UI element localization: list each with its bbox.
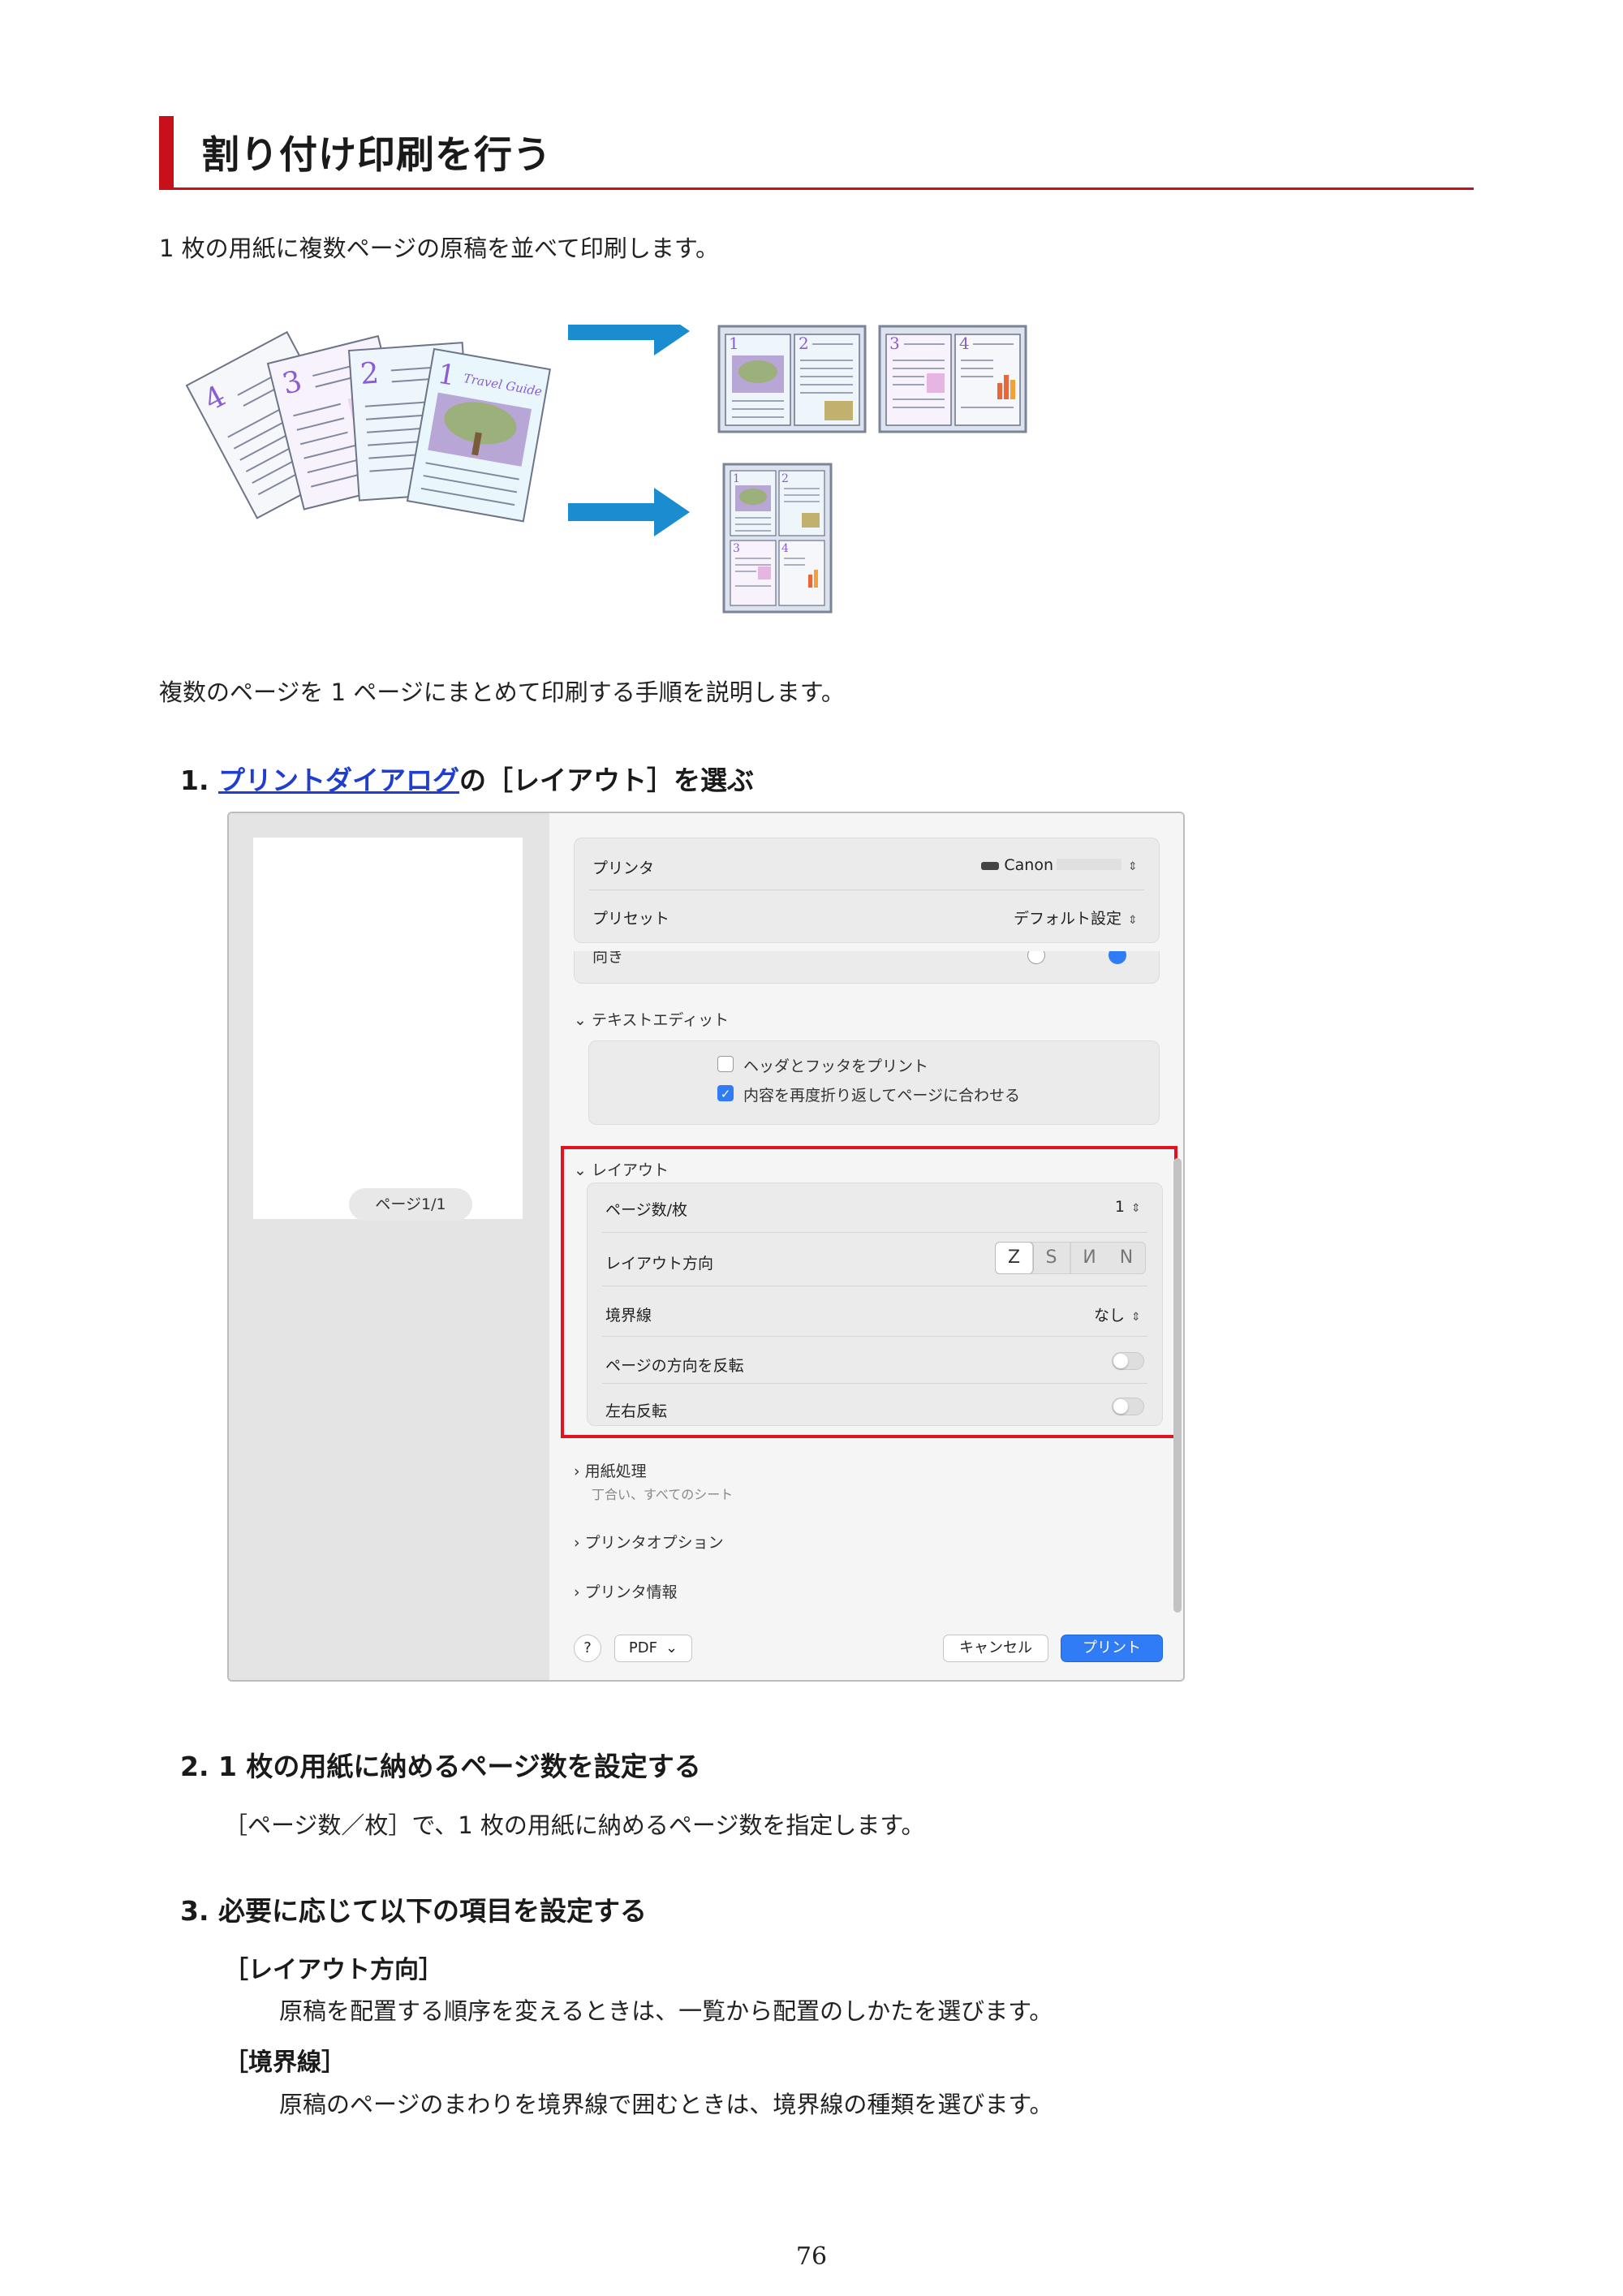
orientation-label: 向き bbox=[592, 951, 624, 966]
border-item-label: ［境界線］ bbox=[224, 2048, 346, 2077]
printer-chevron-icon: ⇕ bbox=[1128, 860, 1138, 873]
divider bbox=[602, 1336, 1147, 1337]
rewrap-checkbox[interactable]: ✓ bbox=[717, 1085, 734, 1101]
chevron-right-icon: › bbox=[574, 1462, 585, 1480]
step2-body: ［ページ数／枚］で、1 枚の用紙に納めるページ数を指定します。 bbox=[224, 1811, 925, 1839]
preset-label: プリセット bbox=[592, 910, 670, 928]
page-indicator[interactable]: ページ1/1 bbox=[349, 1188, 472, 1221]
source-num-2: 2 bbox=[359, 357, 381, 391]
help-button[interactable]: ? bbox=[574, 1635, 601, 1662]
arrow-bottom bbox=[568, 488, 690, 536]
result-sheet-2up-a: 1 2 bbox=[717, 325, 867, 433]
preset-select[interactable]: デフォルト設定 ⇕ bbox=[1014, 907, 1139, 928]
pages-per-sheet-select[interactable]: 1 ⇕ bbox=[1115, 1198, 1143, 1216]
chevron-right-icon: › bbox=[574, 1534, 585, 1552]
layout-direction-item-label: ［レイアウト方向］ bbox=[224, 1956, 443, 1984]
n-up-illustration: 4 3 2 1 Travel Guide 1 2 3 4 1 2 3 4 bbox=[170, 307, 1039, 617]
step2-heading: 2. 1 枚の用紙に納めるページ数を設定する bbox=[180, 1751, 701, 1782]
layout-direction-item-body: 原稿を配置する順序を変えるときは、一覧から配置のしかたを選びます。 bbox=[279, 1997, 1053, 2025]
svg-text:4: 4 bbox=[781, 542, 789, 555]
print-dialog-link[interactable]: プリントダイアログ bbox=[218, 765, 459, 796]
border-select[interactable]: なし ⇕ bbox=[1094, 1303, 1143, 1325]
printer-select[interactable]: Canon ⇕ bbox=[981, 856, 1139, 874]
printer-info-section[interactable]: › プリンタ情報 bbox=[574, 1580, 678, 1602]
page-number: 76 bbox=[795, 2242, 828, 2271]
flip-page-toggle[interactable] bbox=[1112, 1352, 1144, 1370]
divider bbox=[602, 1232, 1147, 1233]
printer-preset-group: プリンタ Canon ⇕ プリセット デフォルト設定 ⇕ bbox=[574, 838, 1160, 943]
settings-pane: プリンタ Canon ⇕ プリセット デフォルト設定 ⇕ 向き ⌄ テキストエディッ… bbox=[549, 813, 1183, 1680]
stepper-icon: ⇕ bbox=[1131, 1311, 1141, 1324]
svg-text:2: 2 bbox=[781, 472, 789, 485]
text-editor-group: ヘッダとフッタをプリント ✓ 内容を再度折り返してページに合わせる bbox=[588, 1040, 1160, 1125]
printer-value: Canon bbox=[1004, 856, 1053, 874]
pdf-button[interactable]: PDF ⌄ bbox=[614, 1635, 692, 1662]
mirror-toggle[interactable] bbox=[1112, 1398, 1144, 1415]
flip-page-label: ページの方向を反転 bbox=[605, 1357, 744, 1375]
mirror-label: 左右反転 bbox=[605, 1402, 668, 1420]
layout-group: ページ数/枚 1 ⇕ レイアウト方向 Z S N N 境界線 なし ⇕ ページの方向… bbox=[587, 1182, 1163, 1426]
header-footer-checkbox[interactable] bbox=[717, 1056, 734, 1072]
arrow-top bbox=[568, 307, 690, 355]
printer-icon bbox=[981, 862, 1000, 870]
paper-handling-sub: 丁合い、すべてのシート bbox=[592, 1487, 734, 1502]
print-button[interactable]: プリント bbox=[1061, 1635, 1163, 1662]
source-page-1: 1 Travel Guide bbox=[406, 347, 551, 523]
layout-direction-z[interactable]: Z bbox=[996, 1243, 1033, 1273]
page-title: 割り付け印刷を行う bbox=[201, 133, 552, 178]
pages-per-sheet-label: ページ数/枚 bbox=[605, 1201, 688, 1219]
text-editor-section[interactable]: ⌄ テキストエディット bbox=[574, 1008, 729, 1030]
print-dialog: ページ1/1 プリンタ Canon ⇕ プリセット デフォルト設定 ⇕ 向き ⌄ テ… bbox=[227, 812, 1185, 1682]
printer-model-redacted bbox=[1057, 859, 1121, 870]
step3-heading: 3. 必要に応じて以下の項目を設定する bbox=[180, 1895, 647, 1927]
layout-direction-label: レイアウト方向 bbox=[605, 1255, 714, 1273]
step1-heading: 1. プリントダイアログの［レイアウト］を選ぶ bbox=[180, 759, 754, 798]
printer-label: プリンタ bbox=[592, 859, 655, 877]
border-label: 境界線 bbox=[605, 1307, 652, 1325]
scrollbar[interactable] bbox=[1173, 1158, 1182, 1613]
paper-handling-section[interactable]: › 用紙処理 bbox=[574, 1459, 647, 1481]
svg-text:3: 3 bbox=[889, 334, 900, 353]
svg-text:1: 1 bbox=[733, 472, 740, 485]
step1-number: 1. bbox=[180, 765, 209, 796]
svg-text:2: 2 bbox=[799, 334, 809, 353]
svg-text:1: 1 bbox=[729, 334, 739, 353]
divider bbox=[602, 1383, 1147, 1384]
chevron-right-icon: › bbox=[574, 1583, 585, 1601]
svg-text:3: 3 bbox=[733, 542, 740, 555]
cancel-button[interactable]: キャンセル bbox=[943, 1635, 1048, 1662]
result-sheet-4up: 1 2 3 4 bbox=[722, 463, 833, 614]
title-accent-bar bbox=[159, 116, 174, 189]
chevron-down-icon: ⌄ bbox=[574, 1011, 592, 1029]
svg-text:4: 4 bbox=[959, 334, 970, 353]
orientation-radio-portrait[interactable] bbox=[1109, 951, 1126, 964]
layout-direction-segmented[interactable]: Z S N N bbox=[995, 1242, 1146, 1274]
chevron-down-icon: ⌄ bbox=[574, 1161, 592, 1179]
preset-value: デフォルト設定 bbox=[1013, 910, 1121, 928]
chevron-down-icon: ⌄ bbox=[665, 1639, 678, 1656]
procedure-intro: 複数のページを 1 ページにまとめて印刷する手順を説明します。 bbox=[159, 678, 845, 706]
border-item-body: 原稿のページのまわりを境界線で囲むときは、境界線の種類を選びます。 bbox=[279, 2091, 1053, 2118]
preset-chevron-icon: ⇕ bbox=[1128, 914, 1138, 927]
rewrap-label: 内容を再度折り返してページに合わせる bbox=[743, 1087, 1021, 1105]
layout-direction-n-mirror[interactable]: N bbox=[1070, 1243, 1108, 1273]
orientation-row-clipped: 向き bbox=[574, 951, 1160, 984]
layout-section[interactable]: ⌄ レイアウト bbox=[574, 1158, 669, 1180]
layout-direction-s[interactable]: S bbox=[1033, 1243, 1070, 1273]
printer-options-section[interactable]: › プリンタオプション bbox=[574, 1531, 724, 1553]
header-footer-label: ヘッダとフッタをプリント bbox=[743, 1058, 929, 1075]
illustration-svg: 4 3 2 1 Travel Guide 1 2 3 4 1 2 3 4 bbox=[185, 307, 1027, 614]
step1-rest: の［レイアウト］を選ぶ bbox=[459, 765, 754, 796]
intro-text: 1 枚の用紙に複数ページの原稿を並べて印刷します。 bbox=[159, 235, 720, 262]
result-sheet-2up-b: 3 4 bbox=[878, 325, 1027, 433]
layout-direction-n[interactable]: N bbox=[1108, 1243, 1145, 1273]
preview-page: ページ1/1 bbox=[253, 838, 523, 1221]
preview-pane: ページ1/1 bbox=[229, 813, 549, 1680]
title-underline bbox=[159, 187, 1474, 190]
orientation-radio-landscape[interactable] bbox=[1027, 951, 1045, 964]
stepper-icon: ⇕ bbox=[1131, 1202, 1141, 1215]
